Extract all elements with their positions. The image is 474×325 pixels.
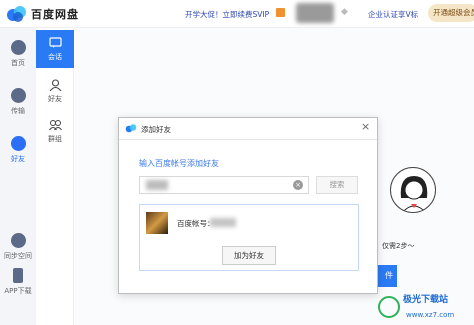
- main-sidebar: 首页 传输 好友 同步空间 APP下载: [0, 28, 36, 325]
- sidebar-item-label: 好友: [11, 155, 25, 163]
- svip-promo-link[interactable]: 开学大促！立即续费SVIP: [185, 9, 269, 20]
- sidebar-item-label: 同步空间: [4, 252, 32, 260]
- add-friend-button[interactable]: 加为好友: [222, 246, 276, 265]
- add-friend-dialog: 添加好友 × 输入百度帐号添加好友 × 搜索 百度帐号： 加为好友: [118, 117, 378, 294]
- sidebar-item-friends[interactable]: 好友: [0, 136, 36, 164]
- dialog-title: 添加好友: [141, 125, 171, 134]
- clear-input-icon[interactable]: ×: [293, 180, 303, 190]
- tab-label: 群组: [48, 135, 62, 143]
- open-svip-button[interactable]: 开通超级会员: [428, 4, 474, 22]
- search-button[interactable]: 搜索: [316, 176, 358, 194]
- result-account-label: 百度帐号：: [177, 219, 215, 228]
- friends-subnav: 会话 好友 群组: [36, 28, 74, 325]
- steps-tip: 仅需2步～: [382, 242, 415, 250]
- tab-chat[interactable]: 会话: [36, 30, 74, 68]
- result-avatar: [146, 212, 168, 234]
- dialog-header: 添加好友 ×: [119, 118, 377, 140]
- close-icon[interactable]: ×: [361, 120, 370, 133]
- friends-icon: [10, 136, 26, 151]
- baidu-netdisk-logo: [125, 124, 137, 133]
- diamond-icon[interactable]: ◆: [341, 7, 348, 17]
- phone-icon: [13, 268, 23, 283]
- watermark-logo-icon: [378, 296, 400, 318]
- sidebar-item-app-download[interactable]: APP下载: [0, 268, 36, 296]
- tab-groups[interactable]: 群组: [36, 112, 74, 150]
- girl-illustration-icon: [400, 176, 428, 212]
- cloud-icon: [10, 40, 26, 55]
- sidebar-item-transfer[interactable]: 传输: [0, 88, 36, 116]
- search-input-value: [146, 180, 168, 190]
- watermark-url: www.xz7.com: [406, 311, 455, 319]
- tab-label: 好友: [48, 95, 62, 103]
- sidebar-item-label: 传输: [11, 107, 25, 115]
- gift-icon[interactable]: [276, 8, 285, 17]
- sidebar-item-home[interactable]: 首页: [0, 40, 36, 68]
- account-prompt: 输入百度帐号添加好友: [139, 159, 219, 168]
- app-title: 百度网盘: [31, 8, 79, 21]
- group-icon: [48, 120, 62, 131]
- transfer-icon: [10, 88, 26, 103]
- watermark-title: 极光下载站: [403, 295, 449, 305]
- result-account-name: [210, 218, 236, 227]
- sidebar-item-label: APP下载: [4, 287, 32, 295]
- sidebar-item-sync[interactable]: 同步空间: [0, 233, 36, 261]
- enterprise-cert-link[interactable]: 企业认证享V标: [368, 9, 418, 20]
- title-bar: 百度网盘 开学大促！立即续费SVIP ◆ 企业认证享V标 开通超级会员: [0, 0, 474, 28]
- baidu-netdisk-logo: [7, 6, 26, 22]
- sync-icon: [10, 233, 26, 248]
- tab-label: 会话: [48, 53, 62, 61]
- account-search-input[interactable]: ×: [139, 176, 309, 194]
- person-icon: [49, 79, 61, 91]
- sidebar-item-label: 首页: [11, 59, 25, 67]
- chat-icon: [48, 37, 62, 48]
- search-result-card: 百度帐号： 加为好友: [139, 204, 359, 271]
- tab-friends[interactable]: 好友: [36, 72, 74, 110]
- illustration-avatar: [390, 167, 436, 213]
- user-avatar[interactable]: [296, 3, 334, 23]
